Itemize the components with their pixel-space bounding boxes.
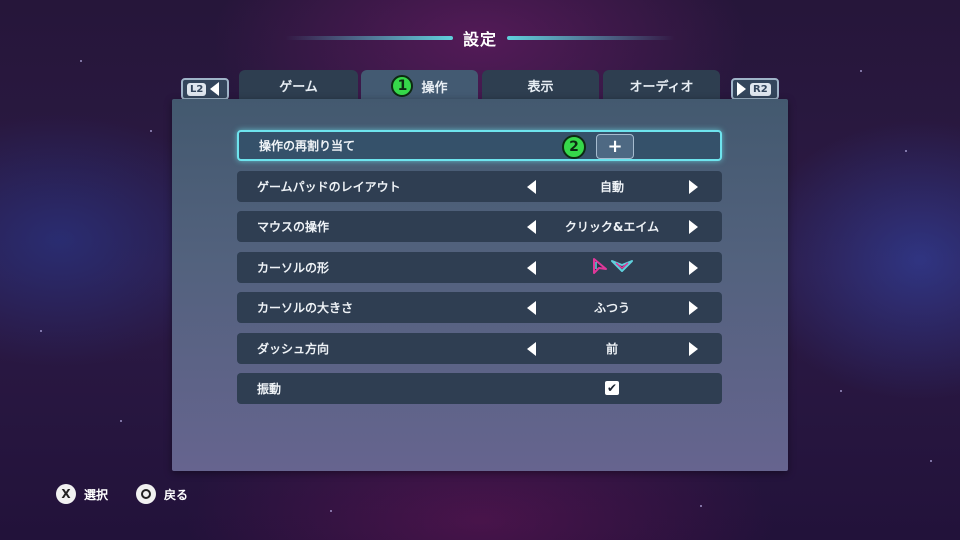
next-option-icon[interactable] xyxy=(689,342,698,356)
tab-label: ゲーム xyxy=(279,79,318,95)
previous-option-icon[interactable] xyxy=(527,261,536,275)
star xyxy=(80,60,82,62)
setting-value: クリック&エイム xyxy=(564,220,660,234)
star xyxy=(840,390,842,392)
tab-label: オーディオ xyxy=(629,79,694,95)
next-option-icon[interactable] xyxy=(689,220,698,234)
right-arrow-icon xyxy=(737,82,746,96)
title-divider-right xyxy=(507,36,675,40)
setting-row-remap-controls[interactable]: 操作の再割り当て 2 + xyxy=(237,130,722,161)
setting-row-gamepad-layout[interactable]: ゲームパッドのレイアウト 自動 xyxy=(237,171,722,202)
setting-row-dash-direction[interactable]: ダッシュ方向 前 xyxy=(237,333,722,364)
tab-audio[interactable]: オーディオ xyxy=(603,70,720,100)
footer-back-hint[interactable]: 戻る xyxy=(136,484,188,504)
tab-label: 操作 xyxy=(421,80,448,96)
setting-row-mouse-control[interactable]: マウスの操作 クリック&エイム xyxy=(237,211,722,242)
previous-tab-bumper[interactable]: L2 xyxy=(181,78,229,100)
star xyxy=(120,420,122,422)
footer-select-hint: X 選択 xyxy=(56,484,108,504)
add-binding-button[interactable]: + xyxy=(596,134,634,159)
star xyxy=(330,510,332,512)
setting-label: カーソルの大きさ xyxy=(257,301,354,315)
left-arrow-icon xyxy=(210,82,220,96)
setting-value: 前 xyxy=(605,342,618,356)
cursor-shape-preview xyxy=(537,257,687,278)
setting-label: ダッシュ方向 xyxy=(257,342,330,356)
star xyxy=(860,70,862,72)
tab-game[interactable]: ゲーム xyxy=(239,70,358,100)
setting-label: ゲームパッドのレイアウト xyxy=(257,180,401,194)
previous-option-icon[interactable] xyxy=(527,220,536,234)
next-tab-bumper[interactable]: R2 xyxy=(731,78,779,100)
setting-row-cursor-size[interactable]: カーソルの大きさ ふつう xyxy=(237,292,722,323)
next-option-icon[interactable] xyxy=(689,261,698,275)
previous-option-icon[interactable] xyxy=(527,301,536,315)
setting-row-vibration[interactable]: 振動 ✔ xyxy=(237,373,722,404)
tab-display[interactable]: 表示 xyxy=(482,70,599,100)
previous-option-icon[interactable] xyxy=(527,180,536,194)
star xyxy=(40,330,42,332)
star xyxy=(905,150,907,152)
next-option-icon[interactable] xyxy=(689,180,698,194)
star xyxy=(150,130,152,132)
setting-label: カーソルの形 xyxy=(257,261,330,275)
setting-label: 振動 xyxy=(257,382,282,396)
star xyxy=(930,460,932,462)
checkmark-icon: ✔ xyxy=(606,381,618,395)
l2-button-label: L2 xyxy=(187,82,207,96)
step-2-badge: 2 xyxy=(562,135,586,159)
cursor-shape-icon xyxy=(593,258,633,274)
setting-value: ふつう xyxy=(593,301,630,315)
step-1-badge: 1 xyxy=(391,75,414,97)
tab-controls[interactable]: 1 操作 xyxy=(361,70,478,102)
setting-label: マウスの操作 xyxy=(257,220,330,234)
page-header: 設定 xyxy=(285,28,675,49)
star xyxy=(700,505,702,507)
vibration-checkbox[interactable]: ✔ xyxy=(605,381,619,395)
x-button-icon: X xyxy=(56,484,76,504)
select-hint-label: 選択 xyxy=(84,487,109,502)
circle-button-icon xyxy=(136,484,156,504)
previous-option-icon[interactable] xyxy=(527,342,536,356)
next-option-icon[interactable] xyxy=(689,301,698,315)
r2-button-label: R2 xyxy=(750,82,771,96)
setting-row-cursor-shape[interactable]: カーソルの形 xyxy=(237,252,722,283)
setting-value: 自動 xyxy=(599,180,624,194)
back-hint-label: 戻る xyxy=(164,487,189,502)
setting-label: 操作の再割り当て xyxy=(259,139,356,153)
tab-label: 表示 xyxy=(527,79,554,95)
